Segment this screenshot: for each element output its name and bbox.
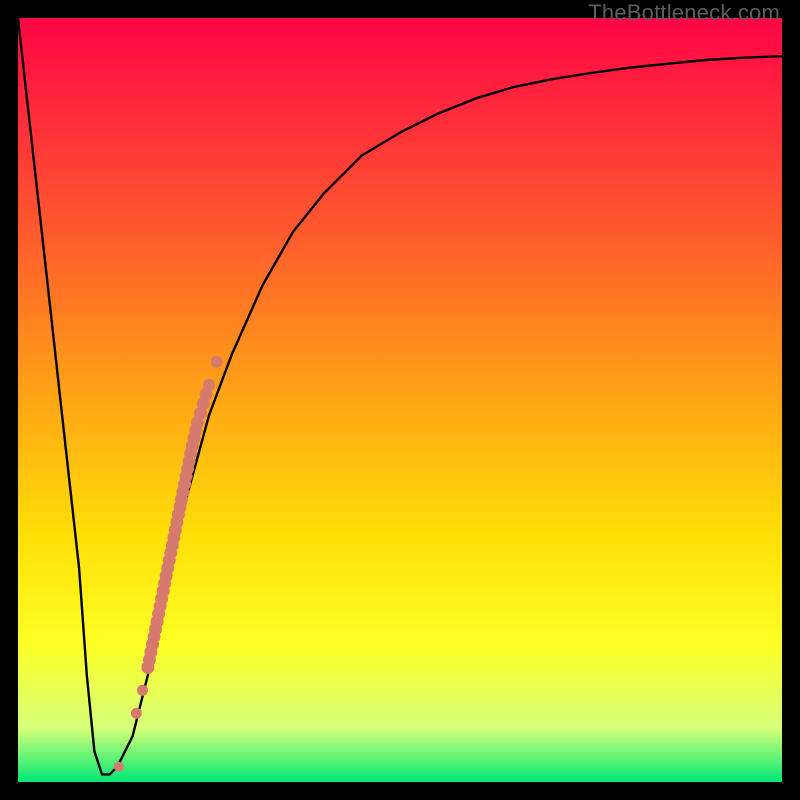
watermark-text: TheBottleneck.com [588,0,780,26]
chart-canvas [18,18,782,782]
marker-dot [114,762,124,772]
marker-dot [131,708,142,719]
marker-dot [211,356,223,368]
marker-dot [203,379,215,391]
marker-dot [137,685,148,696]
outer-frame: TheBottleneck.com [0,0,800,800]
plot-area [18,18,782,782]
